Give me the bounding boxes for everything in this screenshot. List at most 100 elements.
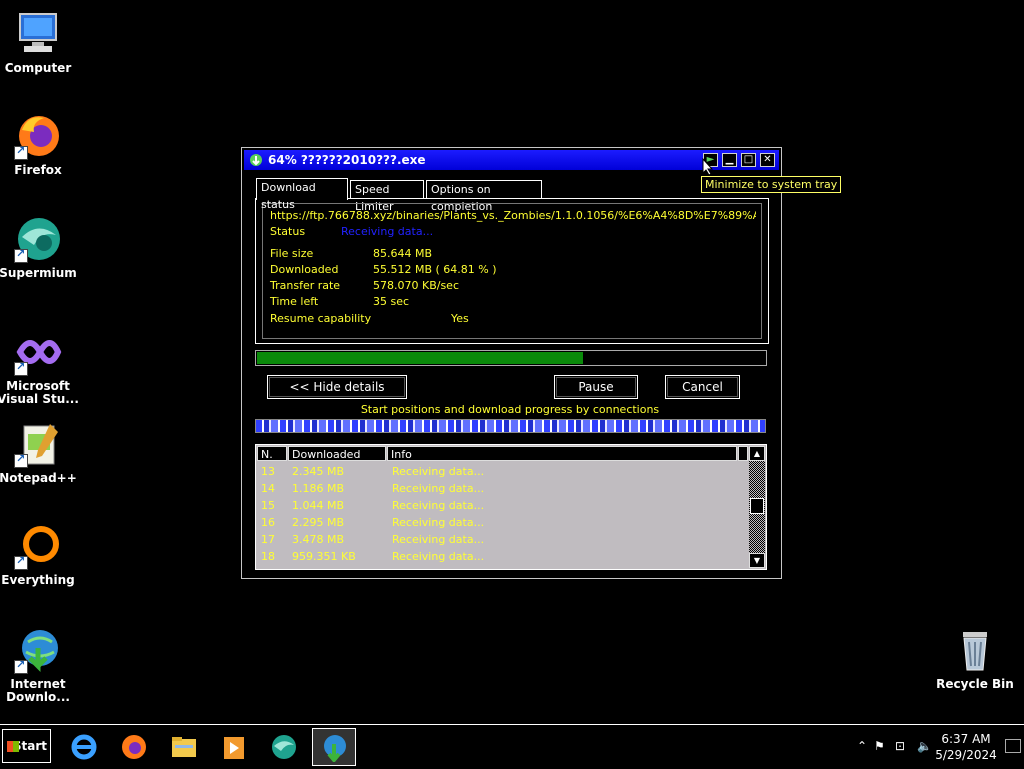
connection-info: Receiving data... bbox=[392, 533, 485, 546]
idm-app-icon bbox=[249, 153, 263, 167]
minimize-icon: ▁ bbox=[725, 154, 734, 165]
transfer-rate-label: Transfer rate bbox=[270, 279, 341, 292]
downloaded-value: 55.512 MB ( 64.81 % ) bbox=[373, 263, 497, 276]
download-status-panel: https://ftp.766788.xyz/binaries/Plants_v… bbox=[255, 198, 769, 344]
network-icon[interactable]: ⊡ bbox=[895, 739, 905, 753]
taskbar-app-firefox[interactable] bbox=[112, 728, 156, 766]
desktop-icon-label: Supermium bbox=[0, 266, 77, 280]
scroll-down-arrow-icon: ▼ bbox=[753, 556, 761, 565]
show-desktop-button[interactable] bbox=[1005, 739, 1021, 753]
recycle-bin-icon bbox=[951, 626, 999, 674]
status-label: Status bbox=[270, 225, 306, 238]
minimize-button[interactable]: ▁ bbox=[722, 153, 737, 167]
scrollbar-thumb[interactable] bbox=[750, 498, 764, 514]
clock-date[interactable]: 5/29/2024 bbox=[931, 748, 1001, 762]
cancel-button[interactable]: Cancel bbox=[665, 375, 740, 399]
taskbar-app-file-explorer[interactable] bbox=[162, 728, 206, 766]
tab-download-status[interactable]: Download status bbox=[256, 178, 348, 211]
window-title-bar[interactable]: 64% ??????2010???.exe ► ▁ □ ✕ bbox=[244, 150, 779, 170]
taskbar: Start ⌃ ⚑ ⊡ 🔈 6:37 AM 5/29/2024 bbox=[0, 724, 1024, 768]
desktop-icon-notepad-plus-plus[interactable]: Notepad++ bbox=[0, 420, 80, 485]
desktop-icon-label: Internet Downlo... bbox=[6, 677, 70, 704]
file-size-label: File size bbox=[270, 247, 314, 260]
connections-scrollbar[interactable]: ▲ ▼ bbox=[749, 446, 765, 568]
download-progress-bar bbox=[255, 350, 767, 366]
desktop-icon-everything[interactable]: Everything bbox=[0, 522, 80, 587]
computer-icon bbox=[14, 10, 62, 58]
desktop-icon-recycle-bin[interactable]: Recycle Bin bbox=[933, 626, 1017, 691]
connections-table: N. Downloaded Info 13 2.345 MB Receiving d… bbox=[255, 444, 767, 570]
connection-info: Receiving data... bbox=[392, 516, 485, 529]
tab-options-on-completion[interactable]: Options on completion bbox=[426, 180, 542, 213]
scroll-up-button[interactable]: ▲ bbox=[749, 446, 765, 461]
media-player-icon bbox=[224, 737, 244, 759]
mouse-cursor-icon bbox=[702, 158, 714, 176]
close-button[interactable]: ✕ bbox=[760, 153, 775, 167]
desktop-icon-visual-studio[interactable]: Microsoft Visual Stu... bbox=[0, 328, 80, 406]
shortcut-arrow-icon bbox=[14, 247, 28, 263]
clock-time[interactable]: 6:37 AM bbox=[931, 732, 1001, 746]
scroll-down-button[interactable]: ▼ bbox=[749, 553, 765, 568]
connection-info: Receiving data... bbox=[392, 499, 485, 512]
everything-icon bbox=[14, 522, 62, 570]
connection-number: 18 bbox=[261, 550, 275, 563]
connection-number: 15 bbox=[261, 499, 275, 512]
table-row[interactable]: 15 1.044 MB Receiving data... bbox=[256, 497, 748, 514]
firefox-icon bbox=[122, 735, 146, 759]
table-row[interactable]: 16 2.295 MB Receiving data... bbox=[256, 514, 748, 531]
show-hidden-icons-icon[interactable]: ⌃ bbox=[857, 739, 867, 753]
action-center-flag-icon[interactable]: ⚑ bbox=[874, 739, 885, 753]
file-size-value: 85.644 MB bbox=[373, 247, 433, 260]
connection-number: 17 bbox=[261, 533, 275, 546]
downloaded-label: Downloaded bbox=[270, 263, 339, 276]
start-button[interactable]: Start bbox=[2, 729, 51, 763]
internet-download-manager-icon bbox=[14, 626, 62, 674]
volume-muted-icon[interactable]: 🔈 bbox=[917, 739, 932, 753]
time-left-label: Time left bbox=[270, 295, 319, 308]
window-title: 64% ??????2010???.exe bbox=[268, 153, 426, 167]
supermium-icon bbox=[272, 735, 296, 759]
connection-downloaded: 3.478 MB bbox=[292, 533, 345, 546]
taskbar-app-internet-explorer[interactable] bbox=[62, 728, 106, 766]
connection-downloaded: 2.295 MB bbox=[292, 516, 345, 529]
table-row[interactable]: 14 1.186 MB Receiving data... bbox=[256, 480, 748, 497]
desktop-icon-label: Firefox bbox=[14, 163, 62, 177]
connection-downloaded: 2.345 MB bbox=[292, 465, 345, 478]
download-url: https://ftp.766788.xyz/binaries/Plants_v… bbox=[270, 209, 756, 222]
table-row[interactable]: 13 2.345 MB Receiving data... bbox=[256, 463, 748, 480]
shortcut-arrow-icon bbox=[14, 144, 28, 160]
shortcut-arrow-icon bbox=[14, 658, 28, 674]
desktop-icon-label: Microsoft Visual Stu... bbox=[0, 379, 79, 406]
connection-number: 16 bbox=[261, 516, 275, 529]
notepad-plus-plus-icon bbox=[14, 420, 62, 468]
desktop-icon-label: Notepad++ bbox=[0, 471, 77, 485]
download-progress-fill bbox=[257, 352, 584, 364]
taskbar-app-internet-download-manager[interactable] bbox=[312, 728, 356, 766]
taskbar-app-supermium[interactable] bbox=[262, 728, 306, 766]
hide-details-button[interactable]: << Hide details bbox=[267, 375, 407, 399]
system-tray: ⌃ ⚑ ⊡ 🔈 6:37 AM 5/29/2024 bbox=[849, 725, 1024, 769]
scroll-up-arrow-icon: ▲ bbox=[753, 449, 761, 458]
desktop-icon-supermium[interactable]: Supermium bbox=[0, 215, 80, 280]
close-icon: ✕ bbox=[763, 154, 772, 165]
column-header-number[interactable]: N. bbox=[257, 446, 287, 461]
connection-number: 13 bbox=[261, 465, 275, 478]
column-header-info[interactable]: Info bbox=[387, 446, 737, 461]
table-row[interactable]: 18 959.351 KB Receiving data... bbox=[256, 548, 748, 565]
resume-capability-value: Yes bbox=[451, 312, 469, 325]
shortcut-arrow-icon bbox=[14, 360, 28, 376]
desktop-icon-computer[interactable]: Computer bbox=[0, 10, 80, 75]
connection-number: 14 bbox=[261, 482, 275, 495]
pause-button[interactable]: Pause bbox=[554, 375, 638, 399]
shortcut-arrow-icon bbox=[14, 452, 28, 468]
table-row[interactable]: 17 3.478 MB Receiving data... bbox=[256, 531, 748, 548]
tab-speed-limiter[interactable]: Speed Limiter bbox=[350, 180, 424, 213]
column-header-downloaded[interactable]: Downloaded bbox=[288, 446, 386, 461]
desktop-icon-internet-download-manager[interactable]: Internet Downlo... bbox=[0, 626, 80, 704]
windows-flag-icon bbox=[7, 741, 19, 752]
connection-downloaded: 1.044 MB bbox=[292, 499, 345, 512]
taskbar-app-media-player[interactable] bbox=[212, 728, 256, 766]
maximize-button[interactable]: □ bbox=[741, 153, 756, 167]
desktop-icon-firefox[interactable]: Firefox bbox=[0, 112, 80, 177]
firefox-icon bbox=[14, 112, 62, 160]
